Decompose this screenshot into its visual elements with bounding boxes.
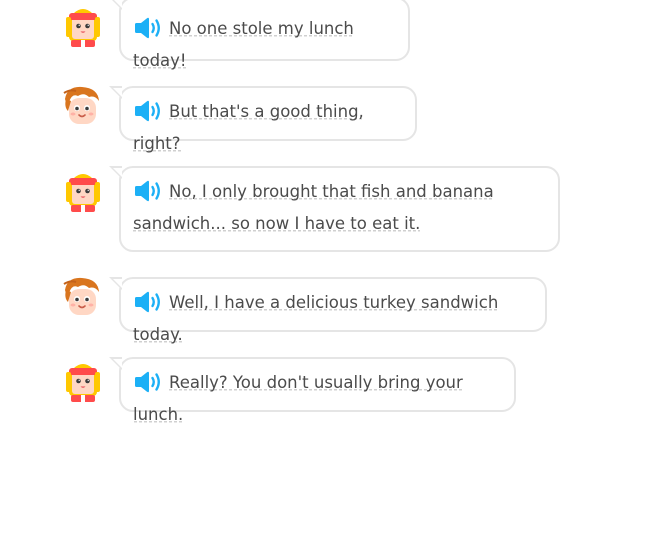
dialogue-text[interactable]: No one stole my lunch today! bbox=[133, 19, 354, 70]
speech-bubble: No one stole my lunch today! bbox=[109, 0, 410, 70]
speaker-icon[interactable] bbox=[133, 179, 163, 203]
speaker-icon[interactable] bbox=[133, 99, 163, 123]
dialogue-text[interactable]: No, I only brought that fish and banana … bbox=[133, 182, 494, 233]
dialogue-text[interactable]: Really? You don't usually bring your lun… bbox=[133, 373, 463, 424]
girl-avatar-icon bbox=[63, 169, 103, 213]
girl-avatar-icon bbox=[63, 359, 103, 403]
speaker-icon[interactable] bbox=[133, 370, 163, 394]
speech-bubble: Really? You don't usually bring your lun… bbox=[109, 357, 516, 424]
speaker-icon[interactable] bbox=[133, 16, 163, 40]
dialogue-text[interactable]: Well, I have a delicious turkey sandwich… bbox=[133, 293, 499, 344]
speech-bubble: But that's a good thing, right? bbox=[109, 86, 417, 153]
boy-avatar-icon bbox=[62, 85, 102, 129]
dialogue-text[interactable]: But that's a good thing, right? bbox=[133, 102, 364, 153]
speech-bubble: No, I only brought that fish and banana … bbox=[109, 166, 560, 252]
speech-bubble: Well, I have a delicious turkey sandwich… bbox=[109, 277, 547, 344]
speaker-icon[interactable] bbox=[133, 290, 163, 314]
boy-avatar-icon bbox=[62, 276, 102, 320]
girl-avatar-icon bbox=[63, 4, 103, 48]
